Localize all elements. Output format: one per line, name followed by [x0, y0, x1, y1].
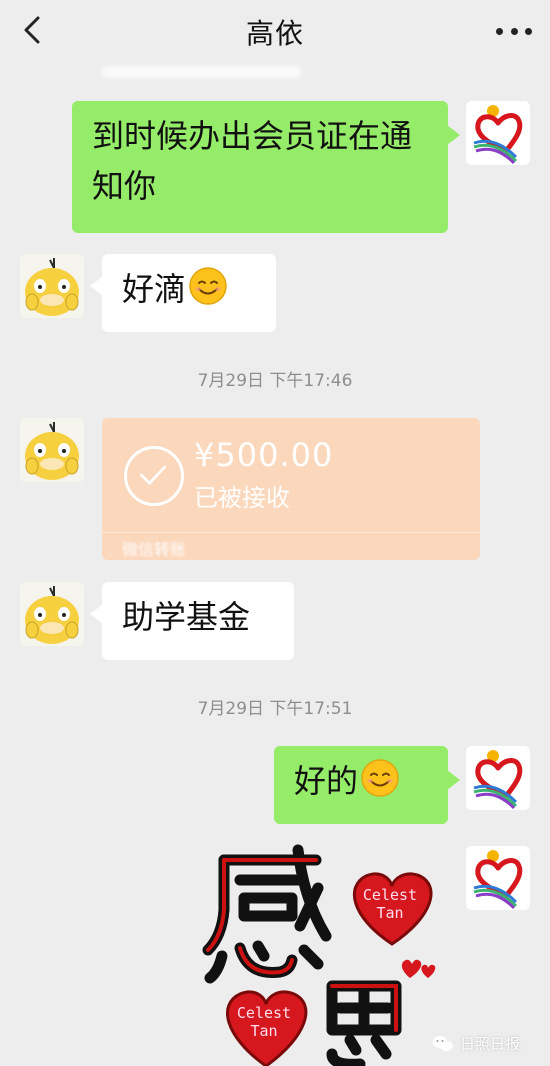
- chevron-left-icon: [24, 16, 40, 44]
- my-avatar[interactable]: [466, 101, 530, 165]
- more-button[interactable]: [496, 18, 532, 44]
- heart-logo-icon: [466, 846, 530, 910]
- wechat-icon: [432, 1035, 453, 1051]
- message-text: 好滴: [122, 270, 187, 308]
- smile-emoji-icon: [189, 267, 227, 305]
- my-avatar[interactable]: [466, 846, 530, 910]
- message-text: 到时候办出会员证在通知你: [92, 117, 413, 205]
- message-timestamp: 7月29日 下午17:46: [197, 371, 353, 391]
- divider: [102, 532, 480, 533]
- contact-avatar[interactable]: [20, 582, 84, 646]
- heart-label-line2: Tan: [376, 904, 403, 922]
- duck-avatar-icon: [20, 418, 84, 482]
- message-text: 好的: [294, 762, 359, 800]
- heart-logo-icon: [466, 746, 530, 810]
- message-bubble-me[interactable]: 到时候办出会员证在通知你: [72, 101, 460, 233]
- back-button[interactable]: [18, 14, 48, 46]
- transfer-card[interactable]: ¥500.00 已被接收 微信转账: [102, 418, 480, 560]
- message-timestamp: 7月29日 下午17:51: [197, 699, 353, 719]
- watermark: 日照日报: [432, 1033, 520, 1054]
- message-text: 助学基金: [122, 598, 251, 636]
- transfer-status: 已被接收: [194, 484, 290, 512]
- heart-logo-icon: [466, 101, 530, 165]
- contact-avatar[interactable]: [20, 254, 84, 318]
- message-bubble-other[interactable]: 好滴: [90, 254, 276, 332]
- message-bubble-other[interactable]: 助学基金: [90, 582, 294, 660]
- en-character-art: [326, 980, 402, 1066]
- thanks-sticker-art: Celest Tan Celest Tan: [202, 844, 436, 1066]
- heart-label-line1: Celest: [237, 1004, 291, 1022]
- duck-avatar-icon: [20, 582, 84, 646]
- chat-header: 高依: [0, 0, 550, 64]
- check-circle-icon: [124, 446, 184, 506]
- heart-icon: Celest Tan: [352, 872, 433, 946]
- contact-avatar[interactable]: [20, 418, 84, 482]
- message-bubble-me[interactable]: 好的: [274, 746, 460, 824]
- heart-label-line1: Celest: [363, 886, 417, 904]
- heart-icon: Celest Tan: [225, 990, 308, 1066]
- chat-title: 高依: [245, 17, 304, 50]
- thanks-sticker[interactable]: Celest Tan Celest Tan: [200, 840, 460, 1066]
- heart-label-line2: Tan: [250, 1022, 277, 1040]
- transfer-footer-label: 微信转账: [122, 540, 187, 559]
- blurred-preview: [102, 66, 302, 78]
- watermark-text: 日照日报: [459, 1035, 520, 1053]
- more-dots-icon: [496, 27, 503, 35]
- my-avatar[interactable]: [466, 746, 530, 810]
- transfer-amount: ¥500.00: [194, 436, 334, 474]
- smile-emoji-icon: [361, 759, 399, 797]
- duck-avatar-icon: [20, 254, 84, 318]
